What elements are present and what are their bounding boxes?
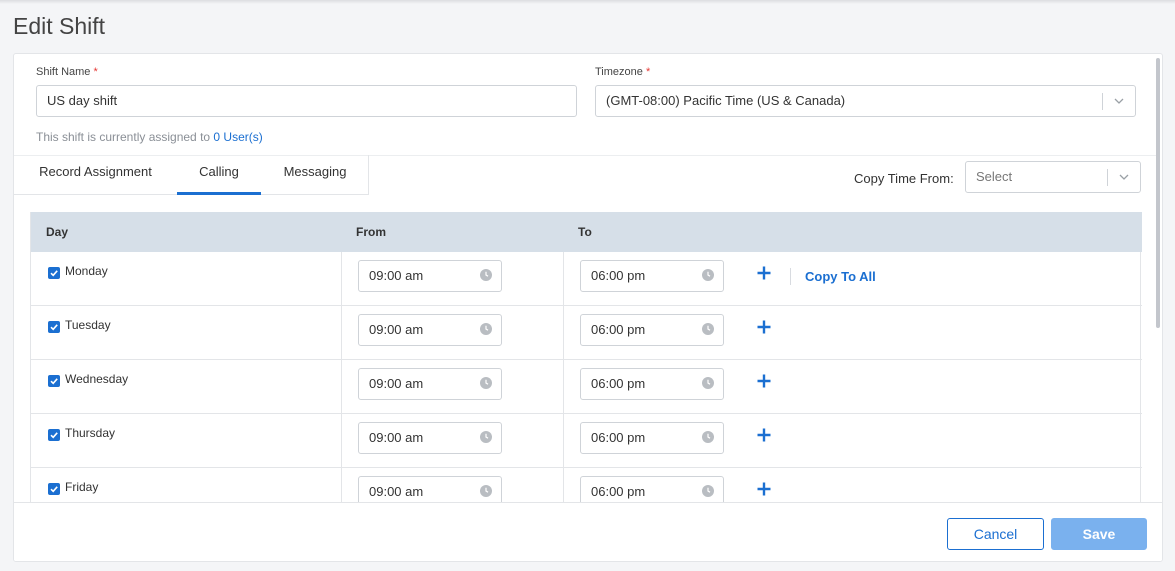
scrollbar-thumb[interactable]: [1156, 58, 1160, 328]
clock-icon: [702, 485, 714, 497]
copy-time-from-select[interactable]: Select: [965, 161, 1141, 193]
from-time-input[interactable]: 09:00 am: [358, 476, 502, 502]
table-row-thursday: Thursday 09:00 am 06:00 pm: [31, 414, 1142, 468]
to-time-value: 06:00 pm: [591, 376, 646, 391]
clock-icon: [702, 269, 714, 281]
save-button[interactable]: Save: [1051, 518, 1147, 550]
column-divider: [563, 252, 564, 502]
required-mark: *: [645, 66, 651, 78]
clock-icon: [480, 269, 492, 281]
chevron-down-icon: [1114, 98, 1124, 104]
clock-icon: [702, 431, 714, 443]
shift-name-label: Shift Name *: [36, 66, 98, 78]
to-time-value: 06:00 pm: [591, 268, 646, 283]
schedule-table: Day From To Monday 09:00 am 06:00 pm Cop…: [30, 212, 1142, 502]
header-to: To: [578, 225, 592, 239]
tab-record-assignment[interactable]: Record Assignment: [22, 155, 169, 195]
day-name: Tuesday: [65, 318, 111, 332]
action-separator: [790, 268, 791, 285]
form-scroll-area: Shift Name * US day shift Timezone * (GM…: [14, 54, 1156, 502]
timezone-select[interactable]: (GMT-08:00) Pacific Time (US & Canada): [595, 85, 1136, 117]
shift-name-label-text: Shift Name: [36, 66, 91, 78]
required-mark: *: [93, 66, 98, 78]
checkbox-checked-icon: [50, 486, 58, 493]
copy-to-all-link[interactable]: Copy To All: [805, 269, 876, 284]
table-row-monday: Monday 09:00 am 06:00 pm Copy To All: [31, 252, 1142, 306]
plus-icon[interactable]: [756, 481, 772, 497]
plus-icon[interactable]: [756, 373, 772, 389]
shift-name-input[interactable]: US day shift: [36, 85, 577, 117]
checkbox-monday[interactable]: [48, 267, 60, 279]
timezone-label: Timezone *: [595, 66, 650, 78]
checkbox-checked-icon: [50, 432, 58, 439]
from-time-input[interactable]: 09:00 am: [358, 260, 502, 292]
from-time-input[interactable]: 09:00 am: [358, 422, 502, 454]
tab-calling[interactable]: Calling: [177, 155, 261, 195]
day-name: Wednesday: [65, 372, 129, 386]
page-title: Edit Shift: [13, 13, 106, 39]
checkbox-checked-icon: [50, 270, 58, 277]
table-row-tuesday: Tuesday 09:00 am 06:00 pm: [31, 306, 1142, 360]
from-time-value: 09:00 am: [369, 484, 424, 499]
plus-icon[interactable]: [756, 265, 772, 281]
from-time-value: 09:00 am: [369, 322, 424, 337]
clock-icon: [480, 323, 492, 335]
header-from: From: [356, 225, 386, 239]
to-time-value: 06:00 pm: [591, 484, 646, 499]
from-time-value: 09:00 am: [369, 430, 424, 445]
tab-messaging[interactable]: Messaging: [269, 155, 361, 195]
checkbox-thursday[interactable]: [48, 429, 60, 441]
checkbox-checked-icon: [50, 378, 58, 385]
to-time-input[interactable]: 06:00 pm: [580, 422, 724, 454]
chevron-down-icon: [1119, 174, 1129, 180]
select-separator: [1107, 169, 1108, 186]
to-time-input[interactable]: 06:00 pm: [580, 368, 724, 400]
checkbox-friday[interactable]: [48, 483, 60, 495]
plus-icon[interactable]: [756, 427, 772, 443]
clock-icon: [702, 377, 714, 389]
from-time-input[interactable]: 09:00 am: [358, 314, 502, 346]
copy-time-from-placeholder: Select: [976, 169, 1013, 184]
copy-time-from-label: Copy Time From:: [854, 171, 954, 186]
edit-shift-card: Shift Name * US day shift Timezone * (GM…: [13, 53, 1163, 562]
day-name: Monday: [65, 264, 108, 278]
checkbox-wednesday[interactable]: [48, 375, 60, 387]
clock-icon: [702, 323, 714, 335]
select-separator: [1102, 93, 1103, 110]
assigned-users-info: This shift is currently assigned to 0 Us…: [36, 130, 263, 144]
assigned-prefix: This shift is currently assigned to: [36, 130, 211, 144]
column-divider: [341, 252, 342, 502]
form-footer: Cancel Save: [14, 502, 1162, 561]
from-time-input[interactable]: 09:00 am: [358, 368, 502, 400]
tab-bar: Record Assignment Calling Messaging: [14, 155, 369, 195]
to-time-value: 06:00 pm: [591, 430, 646, 445]
from-time-value: 09:00 am: [369, 376, 424, 391]
table-row-friday: Friday 09:00 am 06:00 pm: [31, 468, 1142, 502]
to-time-input[interactable]: 06:00 pm: [580, 476, 724, 502]
scrollbar[interactable]: [1154, 54, 1162, 502]
header-day: Day: [46, 225, 69, 239]
clock-icon: [480, 431, 492, 443]
timezone-selected-value: (GMT-08:00) Pacific Time (US & Canada): [606, 93, 846, 108]
top-shadow: [0, 0, 1175, 4]
clock-icon: [480, 485, 492, 497]
to-time-value: 06:00 pm: [591, 322, 646, 337]
assigned-users-link[interactable]: 0 User(s): [213, 130, 262, 144]
from-time-value: 09:00 am: [369, 268, 424, 283]
day-name: Friday: [65, 480, 99, 494]
timezone-label-text: Timezone: [595, 66, 643, 78]
to-time-input[interactable]: 06:00 pm: [580, 314, 724, 346]
checkbox-tuesday[interactable]: [48, 321, 60, 333]
day-name: Thursday: [65, 426, 116, 440]
table-row-wednesday: Wednesday 09:00 am 06:00 pm: [31, 360, 1142, 414]
table-header: Day From To: [31, 212, 1142, 252]
cancel-button[interactable]: Cancel: [947, 518, 1044, 550]
to-time-input[interactable]: 06:00 pm: [580, 260, 724, 292]
clock-icon: [480, 377, 492, 389]
plus-icon[interactable]: [756, 319, 772, 335]
checkbox-checked-icon: [50, 324, 58, 331]
